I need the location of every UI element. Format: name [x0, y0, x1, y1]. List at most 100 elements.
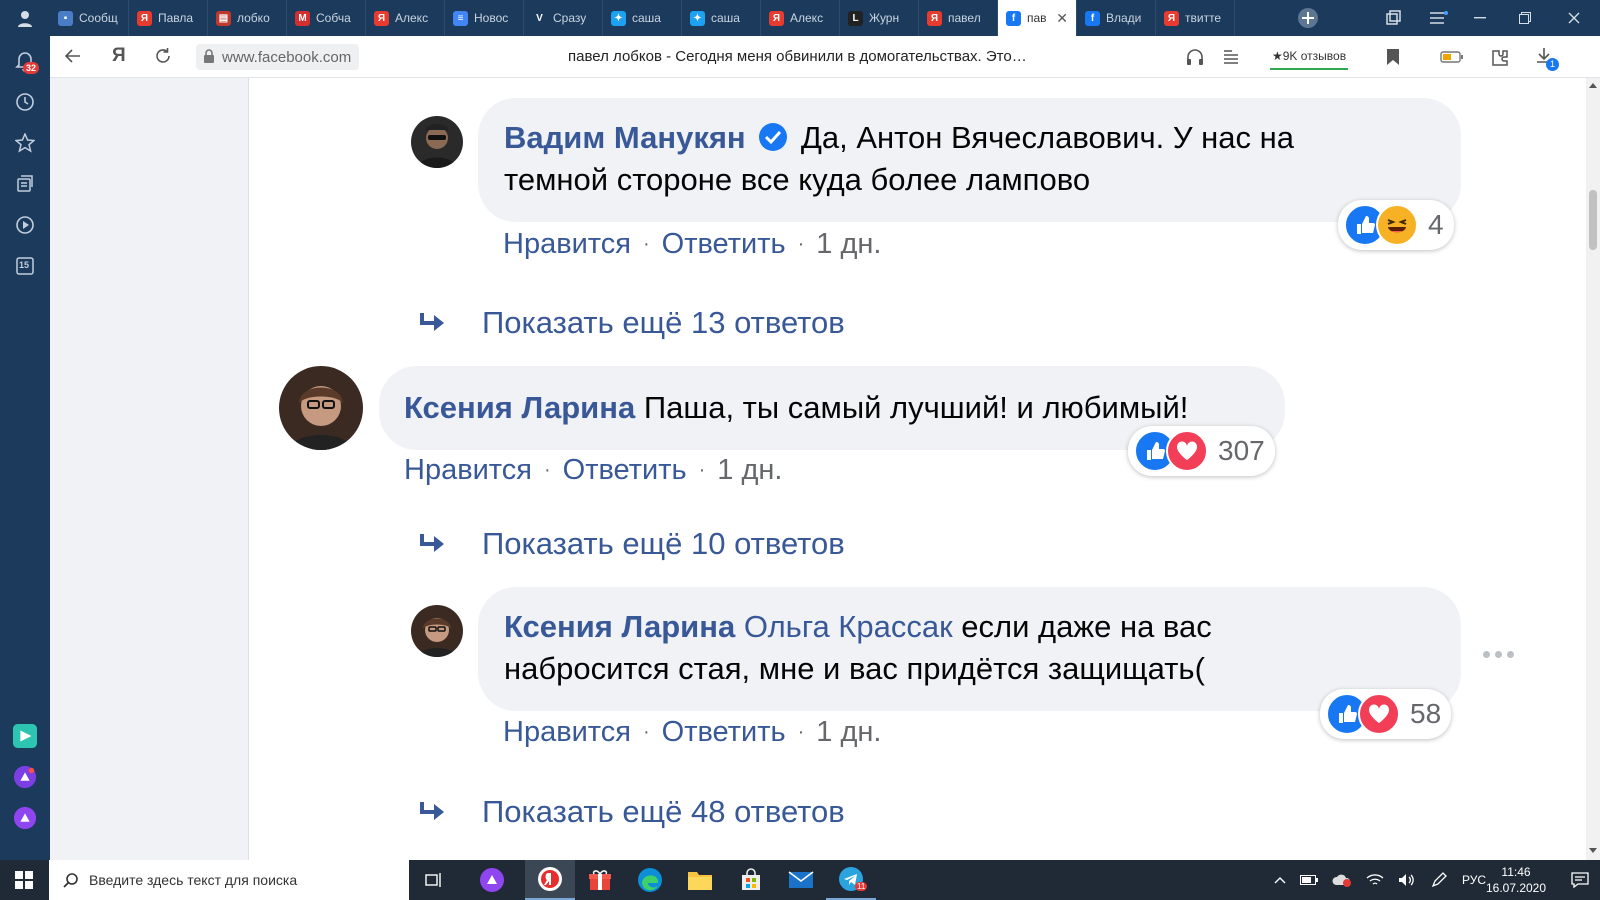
like-link[interactable]: Нравится	[503, 228, 631, 261]
mail-icon[interactable]	[776, 860, 826, 900]
browser-tab[interactable]: Ятвитте	[1156, 0, 1235, 36]
menu-icon[interactable]	[1424, 0, 1454, 36]
volume-icon[interactable]	[1398, 873, 1416, 887]
reactions-summary[interactable]: 4	[1338, 200, 1454, 250]
scroll-up-arrow-icon[interactable]	[1589, 82, 1597, 88]
browser-tab[interactable]: M Собча	[287, 0, 366, 36]
headphones-icon[interactable]	[1186, 48, 1204, 71]
video-icon[interactable]	[13, 213, 37, 237]
browser-tab-label: павел	[948, 11, 981, 25]
show-more-replies-link[interactable]: Показать ещё 13 ответов	[482, 305, 845, 341]
alice-taskbar-icon[interactable]	[467, 860, 517, 900]
music-app-icon[interactable]	[13, 765, 37, 789]
reply-link[interactable]: Ответить	[662, 228, 786, 261]
clock[interactable]: 11:46 16.07.2020	[1484, 860, 1548, 900]
avatar[interactable]	[279, 366, 363, 450]
alice-icon[interactable]	[13, 806, 37, 830]
store-icon[interactable]	[726, 860, 776, 900]
browser-tab[interactable]: L Журн	[840, 0, 919, 36]
browser-tab[interactable]: f пав ✕	[998, 0, 1077, 36]
comment-actions: Нравится · Ответить · 1 дн.	[503, 716, 881, 749]
extensions-icon[interactable]	[1490, 47, 1510, 72]
show-more-replies-link[interactable]: Показать ещё 48 ответов	[482, 794, 845, 830]
scrollbar-thumb[interactable]	[1589, 190, 1597, 250]
comment-time[interactable]: 1 дн.	[717, 454, 782, 487]
pen-icon[interactable]	[1430, 871, 1448, 889]
yandex-home-icon[interactable]: Я	[112, 45, 126, 67]
reload-icon[interactable]	[154, 47, 172, 70]
bookmark-icon[interactable]	[1386, 48, 1400, 71]
back-icon[interactable]	[64, 47, 82, 70]
url-field[interactable]: www.facebook.com	[196, 44, 360, 70]
favorites-icon[interactable]	[13, 131, 37, 155]
notification-center-icon[interactable]	[1560, 860, 1600, 900]
show-more-replies-link[interactable]: Показать ещё 10 ответов	[482, 526, 845, 562]
restore-button[interactable]	[1505, 0, 1545, 36]
calendar-icon[interactable]: 15	[13, 254, 37, 278]
comment-text: темной стороне все куда более лампово	[504, 162, 1091, 197]
zen-app-icon[interactable]	[13, 724, 37, 748]
browser-tab[interactable]: ✦ саша	[682, 0, 761, 36]
telegram-icon[interactable]: 11	[826, 860, 876, 900]
avatar[interactable]	[411, 116, 463, 168]
browser-tab[interactable]: f Влади	[1077, 0, 1156, 36]
reviews-button[interactable]: ★9K отзывов	[1270, 44, 1349, 70]
reader-mode-icon[interactable]	[1222, 48, 1240, 71]
collections-icon[interactable]	[13, 172, 37, 196]
browser-tab[interactable]: ▪ Сообщ	[50, 0, 129, 36]
comment-author[interactable]: Ксения Ларина	[504, 609, 735, 644]
close-window-button[interactable]	[1550, 0, 1598, 36]
browser-tab[interactable]: Япавел	[919, 0, 998, 36]
comment-time[interactable]: 1 дн.	[816, 716, 881, 749]
show-hidden-icons-icon[interactable]	[1274, 876, 1286, 884]
avatar[interactable]	[411, 605, 463, 657]
reactions-summary[interactable]: 58	[1320, 689, 1452, 739]
start-button[interactable]	[0, 860, 48, 900]
reply-link[interactable]: Ответить	[662, 716, 786, 749]
search-icon	[63, 873, 78, 888]
reply-arrow-icon	[420, 313, 444, 331]
browser-tab[interactable]: Я Алекс	[366, 0, 445, 36]
notifications-icon[interactable]: 32	[13, 49, 40, 74]
profile-icon[interactable]	[0, 0, 50, 36]
comment-author[interactable]: Ксения Ларина	[404, 390, 635, 425]
minimize-button[interactable]	[1460, 0, 1500, 36]
yandex-disk-icon[interactable]	[1332, 873, 1352, 887]
system-tray: РУС	[1274, 860, 1486, 900]
mention-link[interactable]: Ольга Крассак	[744, 609, 953, 644]
browser-tab[interactable]: ▤ лобко	[208, 0, 287, 36]
like-link[interactable]: Нравится	[404, 454, 532, 487]
close-tab-icon[interactable]: ✕	[1056, 10, 1068, 27]
history-icon[interactable]	[13, 90, 37, 114]
task-view-icon[interactable]	[409, 860, 459, 900]
scroll-down-arrow-icon[interactable]	[1589, 848, 1597, 854]
windows-taskbar: Введите здесь текст для поиска 11 РУС 11…	[0, 860, 1600, 900]
language-indicator[interactable]: РУС	[1462, 873, 1486, 887]
browser-tab-label: Новос	[474, 11, 509, 25]
comment-options-icon[interactable]	[1483, 644, 1519, 664]
browser-tab[interactable]: Я Алекс	[761, 0, 840, 36]
browser-tab[interactable]: V Сразу	[524, 0, 603, 36]
edge-browser-icon[interactable]	[625, 860, 675, 900]
reactions-summary[interactable]: 307	[1128, 426, 1275, 476]
separator: ·	[797, 721, 805, 743]
tabs-overview-icon[interactable]	[1378, 0, 1408, 36]
browser-tab[interactable]: ✦ саша	[603, 0, 682, 36]
haha-reaction-icon	[1376, 204, 1418, 246]
wifi-icon[interactable]	[1366, 873, 1384, 887]
gift-app-icon[interactable]	[575, 860, 625, 900]
yandex-browser-taskbar-icon[interactable]	[525, 860, 575, 900]
taskbar-search-input[interactable]: Введите здесь текст для поиска	[49, 860, 409, 900]
page-scrollbar[interactable]	[1586, 78, 1600, 860]
battery-saver-icon[interactable]	[1440, 50, 1464, 69]
downloads-icon[interactable]: 1	[1536, 46, 1559, 73]
battery-icon[interactable]	[1300, 875, 1318, 885]
reply-link[interactable]: Ответить	[563, 454, 687, 487]
comment-time[interactable]: 1 дн.	[816, 228, 881, 261]
browser-tab[interactable]: Я Павла	[129, 0, 208, 36]
comment-author[interactable]: Вадим Манукян	[504, 120, 746, 155]
like-link[interactable]: Нравится	[503, 716, 631, 749]
file-explorer-icon[interactable]	[675, 860, 725, 900]
browser-tab[interactable]: ≡ Новос	[445, 0, 524, 36]
new-tab-button[interactable]	[1293, 0, 1323, 36]
